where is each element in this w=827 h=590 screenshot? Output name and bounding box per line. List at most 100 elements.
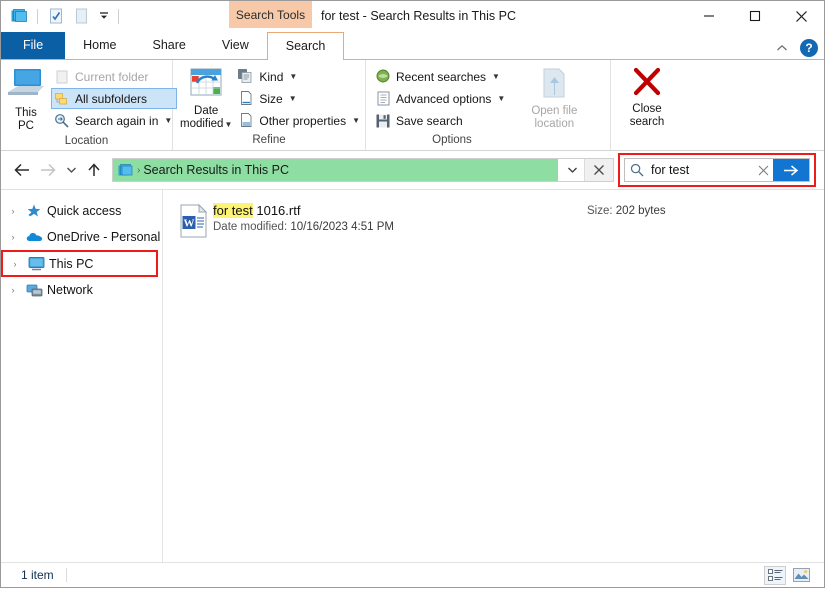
- other-properties-button[interactable]: Other properties ▼: [235, 110, 365, 131]
- search-go-button[interactable]: [773, 159, 809, 181]
- file-name-rest: 1016.rtf: [252, 203, 301, 218]
- date-modified-caret-icon[interactable]: ▼: [224, 120, 232, 129]
- size-button[interactable]: Size ▼: [235, 88, 365, 109]
- large-icons-view-button[interactable]: [790, 566, 812, 585]
- help-button[interactable]: ?: [800, 39, 818, 57]
- open-file-location-label-line1: Open file: [531, 105, 578, 117]
- recent-locations-button[interactable]: [61, 157, 81, 183]
- size-caret-icon[interactable]: ▼: [289, 94, 297, 103]
- tab-home[interactable]: Home: [65, 32, 134, 59]
- this-pc-button[interactable]: This PC: [5, 64, 47, 133]
- quick-access-star-icon: [25, 203, 43, 219]
- date-modified-label-line2: modified: [179, 118, 224, 130]
- kind-button[interactable]: Kind ▼: [235, 66, 365, 87]
- results-pane: W for test 1016.rtf Date modified: 10/16…: [163, 190, 824, 562]
- open-file-location-icon: [537, 67, 571, 102]
- details-view-button[interactable]: [764, 565, 786, 585]
- file-size: Size: 202 bytes: [587, 205, 666, 217]
- explorer-icon[interactable]: [9, 6, 30, 27]
- expander-icon[interactable]: ›: [5, 206, 21, 216]
- minimize-button[interactable]: [686, 1, 732, 31]
- maximize-button[interactable]: [732, 1, 778, 31]
- date-modified-button[interactable]: Date modified▼: [179, 64, 233, 131]
- tab-file[interactable]: File: [1, 32, 66, 59]
- all-subfolders-label: All subfolders: [75, 91, 148, 106]
- close-search-label-line2: search: [629, 116, 665, 128]
- ribbon-right-controls: ?: [773, 38, 818, 58]
- close-search-button[interactable]: Close search: [614, 64, 680, 129]
- sidebar-item-onedrive[interactable]: › OneDrive - Personal: [1, 224, 162, 250]
- expander-icon[interactable]: ›: [7, 259, 23, 269]
- advanced-options-button[interactable]: Advanced options ▼: [372, 88, 510, 109]
- current-folder-button[interactable]: Current folder: [51, 66, 177, 87]
- file-date-modified: Date modified: 10/16/2023 4:51 PM: [213, 221, 394, 233]
- close-button[interactable]: [778, 1, 824, 31]
- date-modified-value: 10/16/2023 4:51 PM: [290, 221, 394, 233]
- sidebar-item-label: Quick access: [47, 204, 122, 218]
- search-again-in-button[interactable]: Search again in ▼: [51, 110, 177, 131]
- title-bar: Search Tools for test - Search Results i…: [1, 1, 824, 31]
- properties-icon[interactable]: [45, 6, 66, 27]
- tab-search[interactable]: Search: [266, 32, 345, 60]
- recent-searches-icon: [375, 69, 391, 85]
- ribbon-group-location-label: Location: [64, 135, 109, 147]
- stop-search-button[interactable]: [584, 159, 613, 181]
- tab-share[interactable]: Share: [135, 32, 204, 59]
- svg-text:W: W: [184, 218, 195, 230]
- collapse-ribbon-icon[interactable]: [773, 38, 791, 58]
- recent-searches-button[interactable]: Recent searches ▼: [372, 66, 510, 87]
- search-box-highlight: for test: [618, 153, 816, 187]
- search-again-caret-icon[interactable]: ▼: [164, 116, 172, 125]
- new-folder-icon[interactable]: [71, 6, 92, 27]
- open-file-location-button[interactable]: Open file location: [524, 64, 584, 131]
- recent-searches-caret-icon[interactable]: ▼: [492, 72, 500, 81]
- tab-view[interactable]: View: [204, 32, 267, 59]
- close-search-icon: [631, 67, 663, 100]
- advanced-options-icon: [375, 91, 391, 107]
- sidebar-item-label: Network: [47, 283, 93, 297]
- file-name-match: for test: [213, 203, 253, 218]
- search-icon: [625, 163, 649, 177]
- other-properties-caret-icon[interactable]: ▼: [352, 116, 360, 125]
- search-input[interactable]: for test: [649, 163, 753, 177]
- size-icon: [238, 91, 254, 107]
- forward-button[interactable]: [35, 157, 61, 183]
- folder-plain-icon: [54, 69, 70, 85]
- sidebar-item-this-pc[interactable]: › This PC: [1, 250, 158, 277]
- search-again-in-label: Search again in: [75, 113, 159, 128]
- item-count: 1 item: [21, 568, 54, 582]
- advanced-options-label: Advanced options: [396, 91, 492, 106]
- contextual-tab-header: Search Tools: [229, 1, 312, 28]
- ribbon-tab-strip: File Home Share View Search ?: [1, 31, 824, 60]
- open-file-location-label-line2: location: [534, 118, 575, 130]
- this-pc-icon: [5, 67, 47, 104]
- quick-access-toolbar: [1, 1, 121, 31]
- address-dropdown-button[interactable]: [560, 159, 584, 181]
- save-search-label: Save search: [396, 113, 463, 128]
- other-properties-label: Other properties: [259, 113, 347, 128]
- ribbon: This PC Current folder All subfolders Se…: [1, 60, 824, 151]
- clear-search-icon[interactable]: [753, 165, 773, 176]
- sidebar-item-label: OneDrive - Personal: [47, 230, 161, 244]
- sidebar-item-network[interactable]: › Network: [1, 277, 162, 303]
- advanced-options-caret-icon[interactable]: ▼: [497, 94, 505, 103]
- all-subfolders-button[interactable]: All subfolders: [51, 88, 178, 109]
- list-item[interactable]: W for test 1016.rtf Date modified: 10/16…: [175, 198, 814, 248]
- search-again-icon: [54, 113, 70, 129]
- sidebar-item-quick-access[interactable]: › Quick access: [1, 198, 162, 224]
- calendar-icon: [189, 67, 223, 102]
- expander-icon[interactable]: ›: [5, 285, 21, 295]
- qat-separator-2: [118, 8, 119, 24]
- breadcrumb-current[interactable]: Search Results in This PC: [143, 163, 289, 177]
- search-box[interactable]: for test: [624, 158, 810, 182]
- expander-icon[interactable]: ›: [5, 232, 21, 242]
- kind-icon: [238, 69, 254, 85]
- back-button[interactable]: [9, 157, 35, 183]
- address-bar[interactable]: › Search Results in This PC: [112, 158, 614, 182]
- address-bar-controls: [560, 159, 613, 181]
- breadcrumb-separator[interactable]: ›: [137, 165, 140, 176]
- customize-chevron-icon[interactable]: [97, 6, 111, 27]
- up-button[interactable]: [81, 157, 107, 183]
- save-search-button[interactable]: Save search: [372, 110, 510, 131]
- kind-caret-icon[interactable]: ▼: [289, 72, 297, 81]
